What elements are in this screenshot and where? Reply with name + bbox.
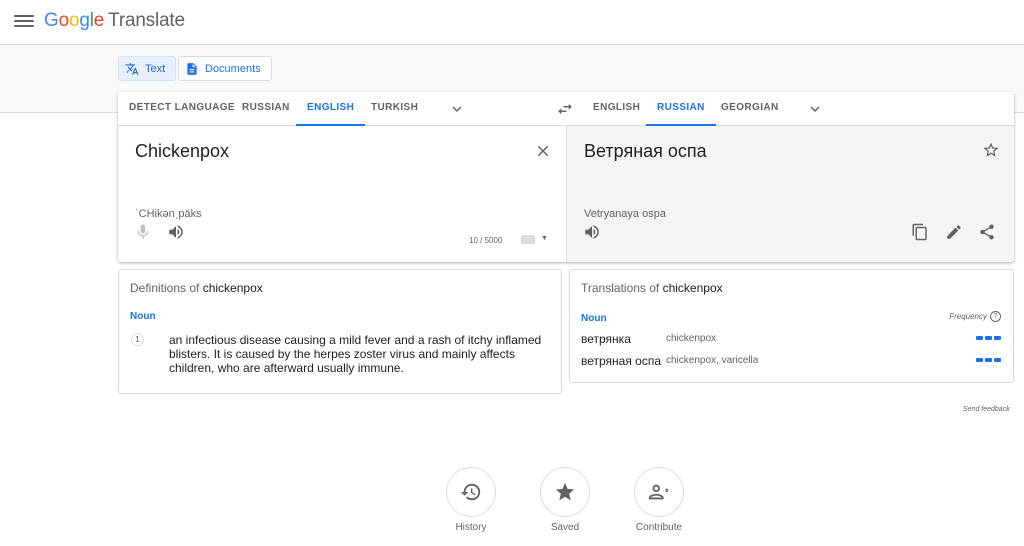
copy-icon bbox=[912, 223, 927, 241]
pencil-icon bbox=[947, 225, 961, 239]
translation-back-words[interactable]: chickenpox, varicella bbox=[666, 355, 758, 366]
frequency-bar bbox=[976, 336, 1001, 340]
clear-source-button[interactable] bbox=[533, 141, 553, 161]
top-app-bar: Google Translate bbox=[0, 0, 1024, 45]
translation-card: DETECT LANGUAGE RUSSIAN ENGLISH TURKISH … bbox=[118, 92, 1014, 262]
logo-letter: g bbox=[79, 10, 90, 31]
contribute-label: Contribute bbox=[635, 522, 683, 533]
history-icon bbox=[460, 483, 481, 501]
logo-letter: e bbox=[93, 10, 105, 31]
definition-number: 1 bbox=[131, 333, 144, 346]
translations-part-of-speech: Noun bbox=[581, 313, 607, 324]
history-button[interactable] bbox=[446, 467, 496, 517]
contribute-icon bbox=[648, 484, 669, 500]
frequency-bar-segment bbox=[994, 358, 1001, 362]
frequency-label: Frequency bbox=[949, 312, 987, 321]
translations-title: Translations of chickenpox bbox=[581, 281, 723, 295]
close-icon bbox=[537, 145, 549, 157]
character-counter: 10 / 5000 bbox=[469, 236, 503, 245]
frequency-bar-segment bbox=[976, 336, 983, 340]
keyboard-icon[interactable] bbox=[521, 235, 535, 244]
source-lang-tab-english[interactable]: ENGLISH bbox=[296, 92, 366, 126]
documents-mode-button[interactable]: Documents bbox=[178, 56, 272, 81]
definitions-panel: Definitions of chickenpox Noun 1 an infe… bbox=[118, 269, 562, 394]
text-mode-button[interactable]: Text bbox=[118, 56, 177, 81]
frequency-bar-segment bbox=[994, 336, 1001, 340]
star-icon bbox=[555, 482, 575, 501]
translate-icon bbox=[125, 62, 139, 75]
documents-mode-label: Documents bbox=[205, 62, 261, 75]
microphone-icon bbox=[137, 224, 149, 239]
send-feedback-link[interactable]: Send feedback bbox=[963, 406, 1010, 413]
speaker-icon bbox=[585, 225, 599, 239]
frequency-bar-segment bbox=[985, 358, 992, 362]
definitions-title: Definitions of chickenpox bbox=[130, 281, 263, 295]
definitions-title-word: chickenpox bbox=[202, 281, 263, 295]
target-lang-tab-russian[interactable]: RUSSIAN bbox=[646, 92, 716, 126]
definitions-title-prefix: Definitions of bbox=[130, 281, 203, 295]
definition-text: an infectious disease causing a mild fev… bbox=[169, 333, 542, 375]
speaker-icon bbox=[169, 225, 183, 239]
translation-back-words[interactable]: chickenpox bbox=[666, 333, 716, 344]
source-lang-tab-russian[interactable]: RUSSIAN bbox=[231, 92, 301, 126]
source-panel: Chickenpox ˈCHikənˌpäks 10 / 5000 ▼ bbox=[118, 126, 566, 262]
main-menu-button[interactable] bbox=[14, 12, 34, 32]
frequency-bar-segment bbox=[976, 358, 983, 362]
google-translate-logo[interactable]: Google Translate bbox=[44, 10, 185, 32]
saved-button[interactable] bbox=[540, 467, 590, 517]
history-label: History bbox=[455, 522, 487, 533]
contribute-button[interactable] bbox=[634, 467, 684, 517]
document-icon bbox=[187, 62, 197, 75]
product-name: Translate bbox=[108, 10, 185, 31]
listen-translation-button[interactable] bbox=[582, 222, 602, 242]
share-translation-button[interactable] bbox=[977, 222, 997, 242]
translations-title-word: chickenpox bbox=[662, 281, 723, 295]
target-panel: Ветряная оспа Vetryanaya ospa bbox=[566, 126, 1014, 262]
save-translation-button[interactable] bbox=[981, 140, 1001, 160]
share-icon bbox=[980, 224, 994, 240]
target-transliteration: Vetryanaya ospa bbox=[584, 208, 666, 220]
logo-letter: o bbox=[58, 10, 70, 31]
target-lang-tab-georgian[interactable]: GEORGIAN bbox=[710, 92, 790, 126]
frequency-bar bbox=[976, 358, 1001, 362]
copy-translation-button[interactable] bbox=[910, 222, 930, 242]
definitions-part-of-speech: Noun bbox=[130, 311, 156, 322]
target-lang-tab-english[interactable]: ENGLISH bbox=[582, 92, 651, 126]
source-lang-tab-detect[interactable]: DETECT LANGUAGE bbox=[118, 92, 246, 126]
source-lang-tab-turkish[interactable]: TURKISH bbox=[360, 92, 429, 126]
swap-languages-icon[interactable] bbox=[556, 100, 574, 118]
star-outline-icon bbox=[983, 142, 999, 157]
language-bar: DETECT LANGUAGE RUSSIAN ENGLISH TURKISH … bbox=[118, 92, 1014, 126]
target-more-languages-chevron-icon[interactable] bbox=[807, 101, 823, 117]
translation-word[interactable]: ветрянка bbox=[581, 332, 631, 346]
source-transliteration: ˈCHikənˌpäks bbox=[135, 208, 202, 220]
voice-input-button[interactable] bbox=[133, 222, 153, 242]
translations-title-prefix: Translations of bbox=[581, 281, 663, 295]
saved-label: Saved bbox=[550, 522, 580, 533]
translation-word[interactable]: ветряная оспа bbox=[581, 354, 661, 368]
logo-letter: o bbox=[68, 10, 80, 31]
translations-panel: Translations of chickenpox Noun Frequenc… bbox=[569, 269, 1014, 383]
translation-output: Ветряная оспа bbox=[584, 141, 707, 161]
source-more-languages-chevron-icon[interactable] bbox=[449, 101, 465, 117]
listen-source-button[interactable] bbox=[166, 222, 186, 242]
frequency-bar-segment bbox=[985, 336, 992, 340]
source-text-input[interactable]: Chickenpox bbox=[135, 141, 229, 162]
logo-letter: G bbox=[44, 10, 59, 31]
text-mode-label: Text bbox=[145, 62, 166, 75]
frequency-help-icon[interactable]: ? bbox=[990, 311, 1001, 322]
input-tools-caret-icon[interactable]: ▼ bbox=[541, 235, 548, 242]
edit-translation-button[interactable] bbox=[944, 222, 964, 242]
